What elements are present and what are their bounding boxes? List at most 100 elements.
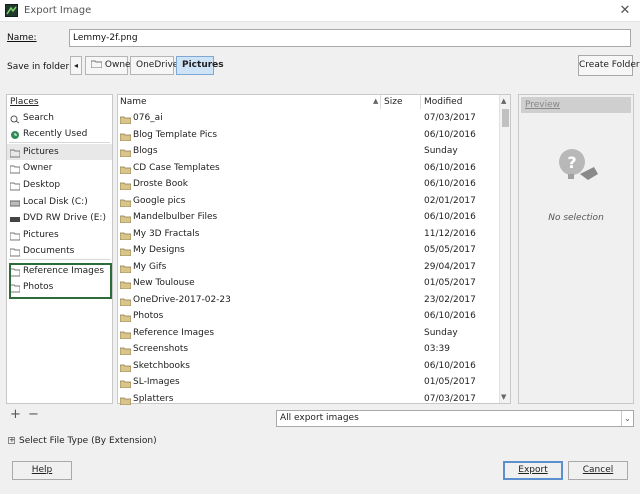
file-row[interactable]: My Designs 05/05/2017 bbox=[118, 242, 498, 259]
wilber-placeholder-icon: ? bbox=[554, 140, 602, 188]
file-modified: 06/10/2016 bbox=[424, 360, 476, 371]
file-row[interactable]: Droste Book 06/10/2016 bbox=[118, 176, 498, 193]
file-row[interactable]: Blogs Sunday bbox=[118, 143, 498, 160]
file-row[interactable]: Photos 06/10/2016 bbox=[118, 308, 498, 325]
places-item[interactable]: DVD RW Drive (E:) bbox=[7, 210, 112, 226]
file-row[interactable]: 076_ai 07/03/2017 bbox=[118, 110, 498, 127]
file-row[interactable]: Mandelbulber Files 06/10/2016 bbox=[118, 209, 498, 226]
file-modified: 01/05/2017 bbox=[424, 377, 476, 387]
cancel-button[interactable]: Cancel bbox=[568, 461, 628, 480]
breadcrumb-onedrive[interactable]: OneDrive bbox=[130, 56, 178, 75]
file-row[interactable]: Blog Template Pics 06/10/2016 bbox=[118, 127, 498, 144]
file-name: My 3D Fractals bbox=[133, 228, 200, 239]
save-in-folder-label: Save in folder: bbox=[7, 62, 73, 72]
file-filter-dropdown[interactable]: All export images ⌄ bbox=[276, 410, 634, 427]
preview-header[interactable]: Preview bbox=[521, 97, 631, 113]
file-modified: 06/10/2016 bbox=[424, 212, 476, 222]
folder-icon bbox=[119, 279, 132, 290]
places-item-label: DVD RW Drive (E:) bbox=[23, 213, 106, 223]
remove-bookmark-button[interactable]: − bbox=[28, 407, 39, 422]
places-item[interactable]: Pictures bbox=[7, 227, 112, 243]
folder-icon bbox=[119, 230, 132, 240]
file-row[interactable]: Splatters 07/03/2017 bbox=[118, 391, 498, 408]
scroll-up-icon[interactable]: ▲ bbox=[501, 97, 506, 105]
folder-icon bbox=[119, 296, 132, 306]
places-item[interactable]: Local Disk (C:) bbox=[7, 194, 112, 210]
path-scroll-left-button[interactable]: ◂ bbox=[70, 56, 82, 75]
file-row[interactable]: My Gifs 29/04/2017 bbox=[118, 259, 498, 276]
folder-icon bbox=[9, 148, 21, 158]
scroll-down-icon[interactable]: ▼ bbox=[501, 393, 506, 401]
folder-icon bbox=[119, 131, 132, 141]
filename-input[interactable] bbox=[69, 29, 631, 47]
places-item-label: Search bbox=[23, 113, 54, 123]
create-folder-button[interactable]: Create Folder bbox=[578, 55, 640, 76]
places-item[interactable]: Owner bbox=[7, 160, 112, 176]
file-row[interactable]: My 3D Fractals 11/12/2016 bbox=[118, 226, 498, 243]
file-name: Photos bbox=[133, 311, 164, 321]
file-row[interactable]: Reference Images Sunday bbox=[118, 325, 498, 342]
file-modified: 23/02/2017 bbox=[424, 294, 476, 305]
file-modified: 06/10/2016 bbox=[424, 129, 476, 140]
places-item-label: Local Disk (C:) bbox=[23, 197, 88, 207]
chevron-down-icon[interactable]: ⌄ bbox=[621, 411, 633, 426]
places-item[interactable]: Documents bbox=[7, 243, 112, 259]
file-row[interactable]: New Toulouse 01/05/2017 bbox=[118, 275, 498, 292]
places-item[interactable]: Pictures bbox=[7, 144, 112, 160]
places-item[interactable]: Recently Used bbox=[7, 126, 112, 142]
column-divider[interactable] bbox=[380, 95, 381, 109]
breadcrumb-owner[interactable]: Owner bbox=[85, 56, 134, 75]
column-header-modified[interactable]: Modified bbox=[424, 97, 462, 109]
file-row[interactable]: SL-Images 01/05/2017 bbox=[118, 374, 498, 391]
file-row[interactable]: CD Case Templates 06/10/2016 bbox=[118, 160, 498, 177]
file-row[interactable]: Google pics 02/01/2017 bbox=[118, 193, 498, 210]
places-item[interactable]: Desktop bbox=[7, 177, 112, 193]
folder-icon bbox=[9, 231, 21, 241]
scrollbar-thumb[interactable] bbox=[502, 109, 509, 127]
file-modified: 02/01/2017 bbox=[424, 195, 476, 206]
file-modified: 01/05/2017 bbox=[424, 278, 476, 288]
folder-icon bbox=[119, 312, 132, 323]
file-row[interactable]: OneDrive-2017-02-23 23/02/2017 bbox=[118, 292, 498, 309]
folder-icon bbox=[119, 345, 132, 356]
file-modified: 06/10/2016 bbox=[424, 179, 476, 189]
close-button[interactable]: ✕ bbox=[616, 2, 634, 20]
folder-icon bbox=[9, 181, 21, 191]
folder-icon bbox=[119, 329, 132, 339]
places-item[interactable]: Search bbox=[7, 110, 112, 126]
recent-icon bbox=[10, 130, 20, 139]
file-name: OneDrive-2017-02-23 bbox=[133, 294, 231, 305]
file-row[interactable]: Sketchbooks 06/10/2016 bbox=[118, 358, 498, 375]
file-modified: Sunday bbox=[424, 327, 458, 338]
file-name: Sketchbooks bbox=[133, 360, 190, 371]
export-button[interactable]: Export bbox=[503, 461, 563, 480]
column-header-size[interactable]: Size bbox=[384, 97, 402, 109]
file-name: Droste Book bbox=[133, 179, 188, 189]
places-item-label: Recently Used bbox=[23, 129, 88, 139]
column-header-name[interactable]: Name bbox=[120, 97, 147, 109]
folder-icon bbox=[9, 247, 21, 257]
folder-icon bbox=[119, 147, 132, 158]
file-name: CD Case Templates bbox=[133, 162, 220, 173]
help-button[interactable]: Help bbox=[12, 461, 72, 480]
expand-icon[interactable]: + bbox=[8, 437, 15, 444]
places-item-label: Documents bbox=[23, 246, 75, 256]
bookmarks-highlight-box bbox=[9, 263, 112, 299]
places-item-label: Pictures bbox=[23, 147, 59, 157]
places-item-label: Owner bbox=[23, 163, 53, 173]
breadcrumb-pictures[interactable]: Pictures bbox=[176, 56, 224, 75]
folder-icon bbox=[119, 197, 132, 207]
export-button-label: Export bbox=[518, 465, 548, 475]
places-separator bbox=[9, 259, 110, 260]
sort-ascending-icon: ▲ bbox=[373, 97, 379, 105]
folder-icon bbox=[119, 362, 132, 372]
file-row[interactable]: Screenshots 03:39 bbox=[118, 341, 498, 358]
folder-icon bbox=[119, 395, 132, 405]
add-bookmark-button[interactable]: + bbox=[10, 407, 21, 422]
file-modified: Sunday bbox=[424, 146, 458, 156]
file-modified: 07/03/2017 bbox=[424, 393, 476, 404]
file-name: SL-Images bbox=[133, 377, 180, 387]
column-divider[interactable] bbox=[420, 95, 421, 109]
places-item-label: Desktop bbox=[23, 180, 61, 190]
vertical-scrollbar[interactable]: ▲ ▼ bbox=[499, 95, 510, 403]
